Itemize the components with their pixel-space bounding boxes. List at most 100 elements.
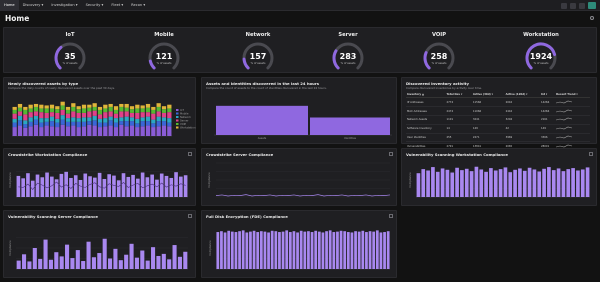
sparkline-path [556, 118, 573, 121]
chart-bar-segment [119, 117, 124, 122]
chart-bar-segment [124, 103, 129, 108]
chart-bar [513, 169, 517, 197]
chart-bar-segment [17, 115, 23, 121]
chart-bar [484, 171, 488, 197]
chart-bar-segment [156, 106, 161, 112]
chart-bar [107, 174, 111, 197]
chart-bar-segment [140, 112, 145, 118]
chart-bar [97, 172, 102, 197]
chart-bar-segment [161, 125, 167, 136]
chart-bar-segment [49, 126, 55, 136]
chart-bar-segment [55, 109, 60, 113]
table-cell: 14266 [539, 97, 556, 108]
user-avatar[interactable] [588, 2, 596, 9]
chart-bar [227, 230, 231, 269]
chart-bar-segment [12, 118, 17, 123]
chart-bar [375, 230, 379, 269]
chart-bar-segment [92, 103, 97, 107]
chart-bar-segment [119, 106, 124, 112]
chart-bar [140, 172, 145, 197]
chart-bar [167, 259, 172, 269]
chart-bar-segment [97, 109, 103, 115]
chart-bar-segment [23, 106, 28, 110]
chart-bar-segment [167, 112, 172, 119]
chart-bar [32, 248, 37, 269]
nav-home[interactable]: Home [0, 0, 19, 11]
chart-bar-segment [135, 108, 140, 113]
chart-bar-segment [23, 109, 28, 115]
sparkline-path [556, 135, 573, 139]
chart-bar-segment [97, 122, 103, 128]
chart-bar [48, 259, 53, 269]
chart-bar-segment [108, 111, 113, 117]
fde-panel: Full Disk Encryption (FDE) Compliance Co… [201, 210, 397, 278]
chart-bar [267, 232, 270, 269]
chart-bar-segment [156, 116, 161, 122]
gauge-value: 1924 [529, 52, 553, 61]
chart-bar-segment [87, 121, 92, 125]
chart-bar-segment [124, 116, 129, 122]
chart-bar-segment [108, 120, 113, 126]
legend-label: Server [180, 119, 189, 123]
sparkline-path [556, 100, 573, 104]
table-cell: 149 [539, 124, 556, 134]
search-icon[interactable] [561, 2, 567, 9]
y-axis-label: Compliance [8, 240, 12, 256]
chart-bar [585, 167, 590, 197]
chart-bar-segment [44, 108, 49, 113]
chart-bar-segment [151, 127, 156, 136]
chart-bar-segment [151, 119, 156, 124]
chart-bar-segment [17, 111, 23, 116]
gauge-value: 121 [155, 52, 173, 61]
chart-bar-segment [60, 119, 65, 125]
chart-bar [177, 256, 182, 269]
nav-security[interactable]: Security ▾ [82, 0, 108, 11]
chart-bar [303, 231, 307, 269]
chart-bar [65, 244, 70, 269]
table-row[interactable]: Network Assets 1101 3241 3204 2161 [406, 115, 590, 125]
chart-bar [40, 177, 45, 197]
chart-bar-segment [145, 121, 151, 126]
gear-icon[interactable] [590, 16, 594, 20]
chart-bar-segment [33, 106, 39, 112]
nav-recon[interactable]: Recon ▾ [127, 0, 149, 11]
chart-bar-segment [81, 112, 87, 118]
notification-icon[interactable] [579, 2, 585, 9]
chart-bar-segment [44, 105, 49, 109]
chart-bar-segment [87, 111, 92, 118]
nav-fleet[interactable]: Fleet ▾ [107, 0, 127, 11]
nav-investigation[interactable]: Investigation ▾ [47, 0, 81, 11]
chart-bar [431, 167, 435, 197]
chart-bar-segment [87, 104, 92, 108]
chart-bar-segment [103, 108, 108, 113]
table-cell: 1101 [445, 115, 472, 125]
gauge-label: Server [338, 32, 358, 38]
chart-bar-segment [113, 109, 119, 114]
chart-bar [22, 254, 27, 269]
table-row[interactable]: MAC Addresses 2474 11066 2416 14266 [406, 106, 590, 116]
chart-bar-segment [12, 109, 17, 114]
table-row[interactable]: User Identities 255 2471 3969 3366 [406, 133, 590, 143]
chart-bar [179, 176, 183, 197]
chart-bar [307, 231, 310, 269]
chart-bar [460, 170, 464, 197]
chart-bar [278, 232, 281, 269]
table-row[interactable]: Software Inventory 14 149 42 149 [406, 124, 590, 134]
chart-bar [285, 230, 289, 269]
chart-bar [118, 260, 123, 269]
sparkline-path [556, 144, 573, 147]
chart-bar [259, 231, 263, 269]
help-icon[interactable] [570, 2, 576, 9]
table-cell: 2416 [504, 106, 540, 116]
table-cell: 42 [504, 124, 540, 134]
table-cell: 14266 [539, 106, 556, 116]
nav-discovery[interactable]: Discovery ▾ [19, 0, 48, 11]
chart-bar [169, 177, 174, 197]
chart-bar [81, 261, 86, 269]
chart-bar [93, 177, 97, 197]
chart-bar [64, 171, 68, 197]
table-row[interactable]: IP Addresses 2774 11566 2016 14266 [406, 97, 590, 108]
table-cell: 149 [471, 124, 505, 134]
y-axis-label: Compliance [207, 172, 211, 188]
legend-label: Mobile [180, 112, 189, 116]
